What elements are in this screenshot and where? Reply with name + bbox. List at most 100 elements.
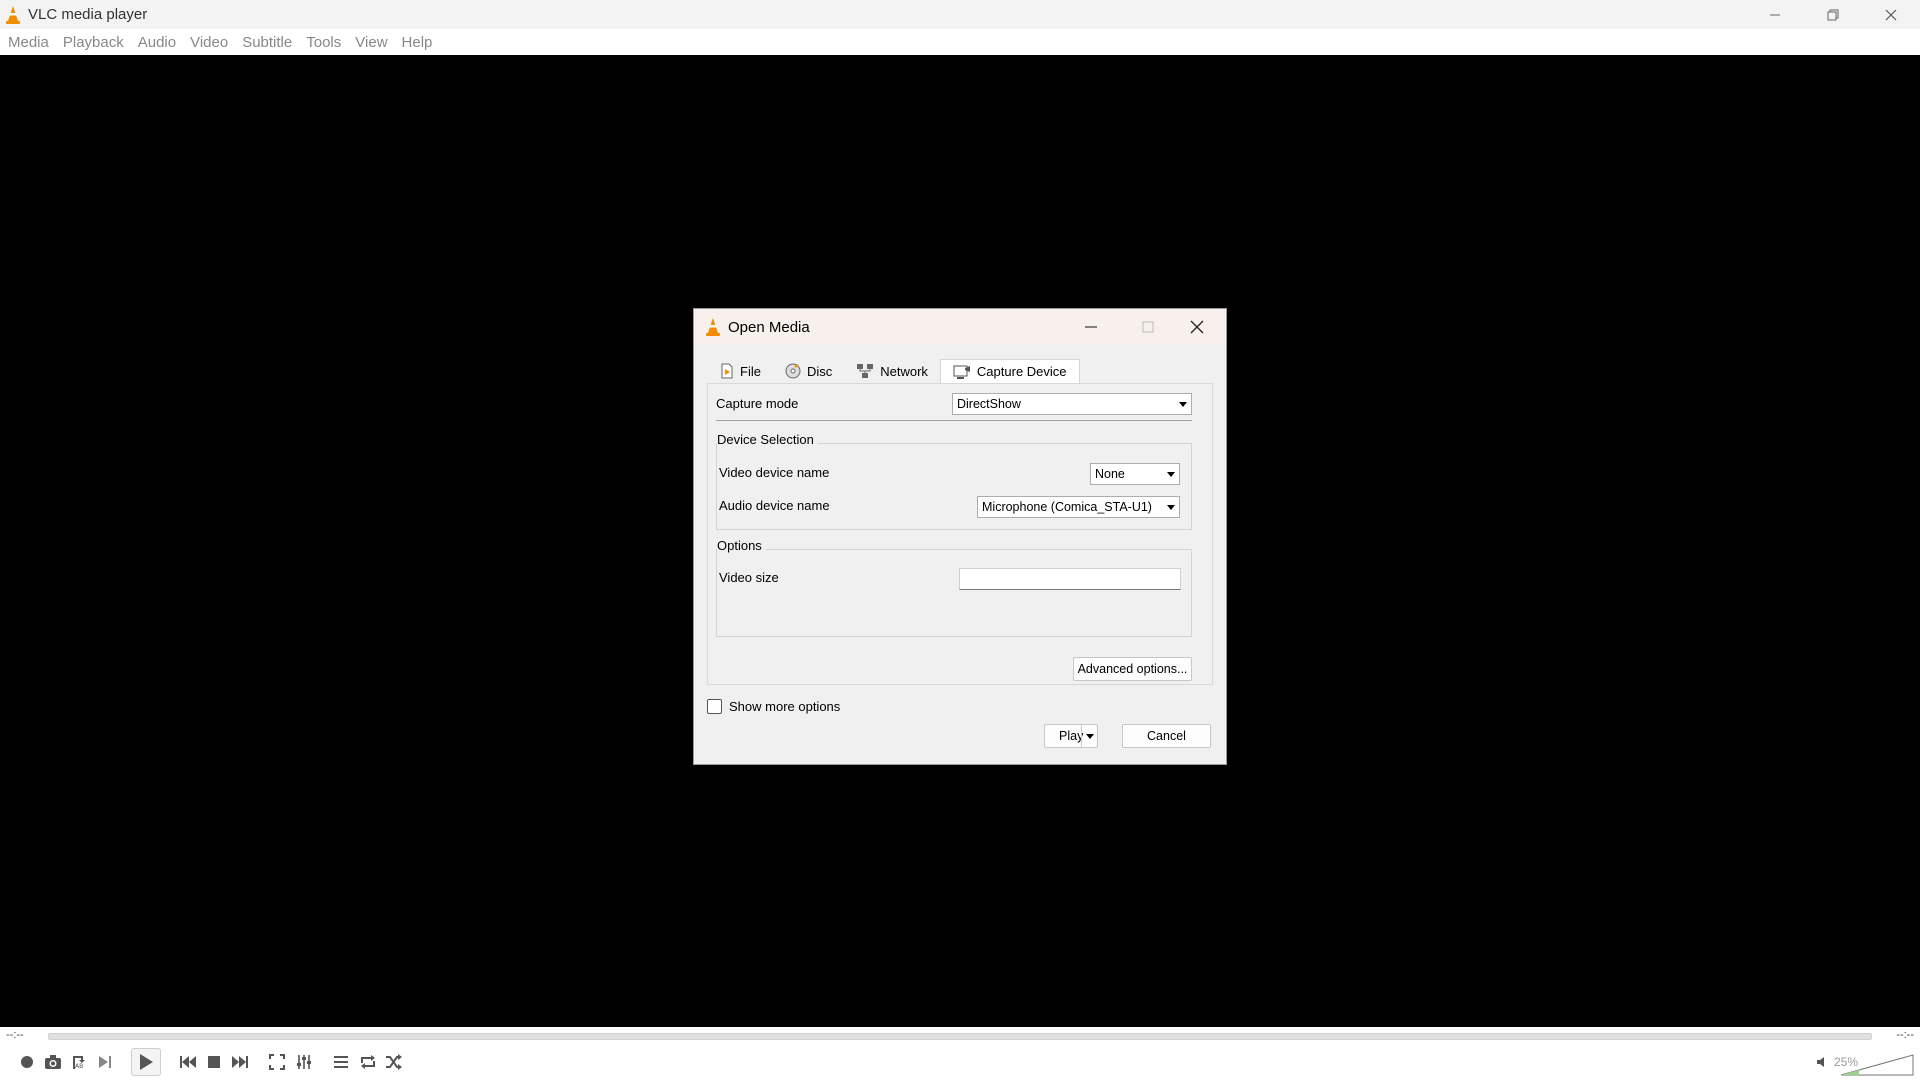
capture-device-panel: Capture mode DirectShow Device Selection…	[707, 383, 1213, 685]
seek-row: --:-- --:--	[0, 1027, 1920, 1045]
app-titlebar: VLC media player	[0, 0, 1920, 29]
audio-device-select[interactable]: Microphone (Comica_STA-U1)	[977, 496, 1180, 518]
tab-network-label: Network	[880, 363, 928, 379]
chevron-down-icon	[1167, 505, 1175, 510]
separator	[716, 420, 1192, 421]
restore-button[interactable]	[1804, 0, 1862, 29]
close-button[interactable]	[1862, 0, 1920, 29]
sliders-icon	[297, 1055, 311, 1069]
next-icon	[232, 1056, 248, 1068]
play-icon	[140, 1054, 153, 1070]
camera-icon	[45, 1055, 61, 1069]
file-icon	[721, 363, 733, 379]
menu-subtitle[interactable]: Subtitle	[236, 34, 298, 51]
tab-network[interactable]: Network	[844, 359, 940, 383]
dialog-title: Open Media	[728, 318, 810, 336]
previous-button[interactable]	[175, 1049, 201, 1075]
previous-icon	[180, 1056, 196, 1068]
next-button[interactable]	[227, 1049, 253, 1075]
record-button[interactable]	[14, 1049, 40, 1075]
extended-settings-button[interactable]	[291, 1049, 317, 1075]
capture-mode-select[interactable]: DirectShow	[952, 393, 1192, 415]
menu-video[interactable]: Video	[184, 34, 234, 51]
capture-mode-value: DirectShow	[957, 397, 1021, 411]
open-media-dialog: Open Media File Disc Network Capture Dev…	[693, 308, 1227, 765]
menu-bar: Media Playback Audio Video Subtitle Tool…	[0, 29, 1920, 55]
vlc-cone-icon	[706, 318, 720, 336]
mute-button[interactable]	[1810, 1049, 1836, 1075]
advanced-options-button[interactable]: Advanced options...	[1073, 657, 1192, 681]
loop-ab-icon: AB	[73, 1056, 85, 1070]
snapshot-button[interactable]	[40, 1049, 66, 1075]
stop-button[interactable]	[201, 1049, 227, 1075]
video-device-select[interactable]: None	[1090, 463, 1180, 485]
svg-text:AB: AB	[75, 1063, 83, 1070]
device-selection-title: Device Selection	[717, 432, 818, 447]
tab-capture-device-label: Capture Device	[976, 364, 1067, 379]
dialog-close-button[interactable]	[1174, 309, 1220, 345]
network-icon	[857, 364, 874, 378]
video-device-label: Video device name	[719, 465, 830, 480]
video-size-label: Video size	[719, 570, 779, 585]
audio-device-value: Microphone (Comica_STA-U1)	[982, 500, 1152, 514]
audio-device-label: Audio device name	[719, 498, 830, 513]
play-dropdown-button[interactable]	[1081, 725, 1097, 747]
cancel-button[interactable]: Cancel	[1122, 724, 1211, 748]
loop-button[interactable]	[355, 1049, 381, 1075]
controls-bar: AB 25%	[0, 1045, 1920, 1080]
maximize-icon	[1142, 321, 1154, 333]
dialog-titlebar: Open Media	[694, 309, 1226, 345]
shuffle-button[interactable]	[381, 1049, 407, 1075]
tab-capture-device[interactable]: Capture Device	[939, 359, 1080, 383]
menu-help[interactable]: Help	[396, 34, 439, 51]
dialog-tabs: File Disc Network Capture Device	[708, 359, 1080, 383]
video-device-value: None	[1095, 467, 1125, 481]
menu-tools[interactable]: Tools	[300, 34, 347, 51]
options-title: Options	[717, 538, 766, 553]
show-more-options-label: Show more options	[729, 699, 841, 714]
options-group	[716, 549, 1192, 637]
frame-step-button[interactable]	[92, 1049, 118, 1075]
vlc-cone-icon	[6, 5, 20, 24]
video-size-input[interactable]	[959, 568, 1181, 590]
dialog-minimize-button[interactable]	[1068, 309, 1114, 345]
frame-step-icon	[99, 1056, 111, 1068]
capture-mode-label: Capture mode	[716, 396, 799, 411]
chevron-down-icon	[1167, 472, 1175, 477]
app-title: VLC media player	[28, 6, 148, 23]
loop-icon	[361, 1055, 375, 1069]
restore-icon	[1827, 9, 1839, 20]
show-more-options-checkbox[interactable]	[707, 699, 722, 714]
speaker-icon	[1817, 1057, 1824, 1067]
fullscreen-button[interactable]	[264, 1049, 290, 1075]
menu-playback[interactable]: Playback	[57, 34, 130, 51]
volume-slider[interactable]	[1840, 1054, 1914, 1076]
tab-file[interactable]: File	[708, 359, 773, 383]
seek-bar[interactable]	[48, 1033, 1872, 1040]
time-elapsed: --:--	[6, 1029, 24, 1041]
close-icon	[1885, 9, 1897, 20]
loop-ab-button[interactable]: AB	[66, 1049, 92, 1075]
menu-media[interactable]: Media	[2, 34, 55, 51]
shuffle-icon	[386, 1054, 402, 1070]
disc-icon	[785, 363, 801, 379]
minimize-icon	[1770, 14, 1780, 15]
playlist-button[interactable]	[328, 1049, 354, 1075]
minimize-icon	[1085, 326, 1097, 328]
chevron-down-icon	[1085, 733, 1094, 739]
record-icon	[21, 1056, 33, 1068]
dialog-maximize-button[interactable]	[1125, 309, 1171, 345]
play-button[interactable]	[131, 1048, 161, 1076]
tab-disc[interactable]: Disc	[773, 359, 844, 383]
menu-view[interactable]: View	[349, 34, 393, 51]
menu-audio[interactable]: Audio	[132, 34, 182, 51]
tab-disc-label: Disc	[806, 363, 833, 379]
minimize-button[interactable]	[1746, 0, 1804, 29]
fullscreen-icon	[269, 1054, 285, 1070]
tab-file-label: File	[740, 363, 761, 379]
playlist-icon	[334, 1056, 348, 1068]
chevron-down-icon	[1179, 402, 1187, 407]
capture-device-icon	[953, 365, 970, 379]
play-split-button[interactable]: Play	[1044, 724, 1098, 748]
close-icon	[1190, 320, 1204, 334]
